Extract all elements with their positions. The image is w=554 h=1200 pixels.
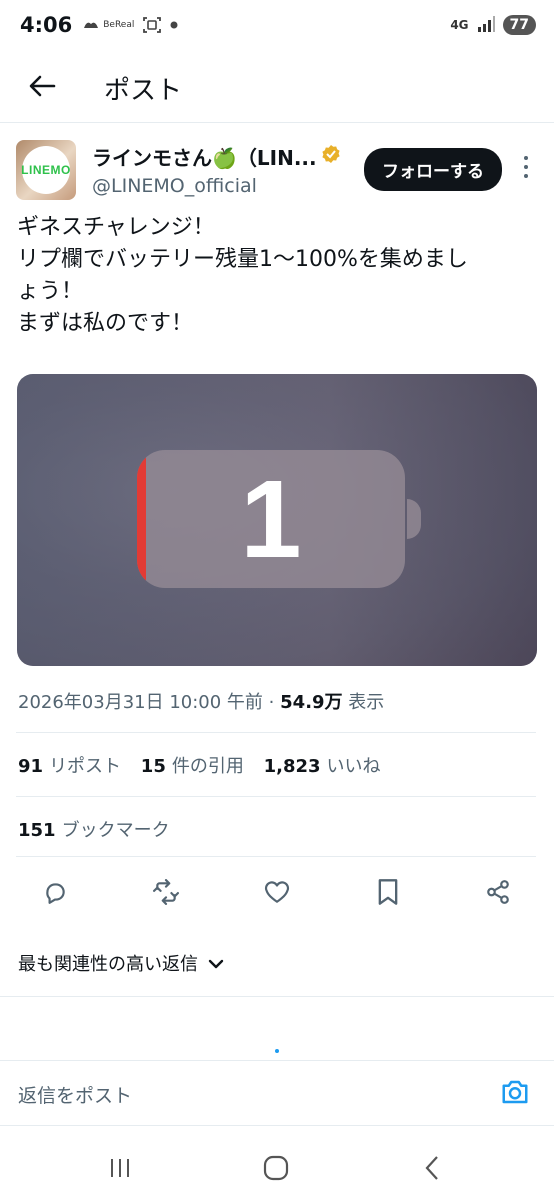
share-icon (485, 879, 511, 909)
divider (16, 796, 536, 797)
tweet-line: ょう！ (17, 279, 84, 304)
author-handle[interactable]: @LINEMO_official (92, 175, 352, 197)
battery-tip (407, 499, 421, 539)
bookmark-button[interactable] (366, 872, 410, 916)
bookmarks-count: 151 (18, 820, 56, 841)
reply-sort-label: 最も関連性の高い返信 (18, 954, 198, 975)
reposts-count: 91 (18, 756, 44, 777)
views-label: 表示 (348, 692, 385, 713)
reposts-stat[interactable]: 91 リポスト (18, 756, 121, 777)
reply-button[interactable] (33, 872, 77, 916)
action-bar (0, 872, 554, 916)
recents-button[interactable] (100, 1152, 140, 1188)
battery-level-number: 1 (240, 457, 302, 581)
bookmark-icon (376, 878, 400, 910)
quotes-stat[interactable]: 15 件の引用 (141, 756, 244, 777)
header: ポスト (0, 58, 554, 118)
system-nav-bar (0, 1140, 554, 1200)
status-time: 4:06 (20, 13, 73, 37)
header-divider (0, 122, 554, 123)
author-name-row[interactable]: ラインモさん🍏（LIN... (92, 142, 352, 171)
heart-icon (263, 879, 291, 909)
tweet-line: リプ欄でバッテリー残量1〜100%を集めまし (17, 247, 468, 272)
reply-sort-dropdown[interactable]: 最も関連性の高い返信 (18, 950, 224, 976)
tweet-text: ギネスチャレンジ！ リプ欄でバッテリー残量1〜100%を集めまし ょう！ まずは… (17, 212, 537, 340)
battery-graphic: 1 (137, 450, 405, 588)
divider (16, 732, 536, 733)
views-count: 54.9万 (280, 692, 343, 713)
bereal-label: BeReal (103, 20, 135, 30)
reply-composer: 返信をポスト (0, 1060, 554, 1126)
verified-badge-icon (321, 144, 341, 169)
repost-icon (152, 879, 180, 909)
network-type: 4G (450, 18, 469, 32)
divider (16, 856, 536, 857)
quotes-count: 15 (140, 756, 166, 777)
bookmarks-stat[interactable]: 151 ブックマーク (18, 816, 170, 842)
loading-indicator (275, 1049, 279, 1053)
battery-indicator: 77 (502, 15, 536, 35)
status-bar: 4:06 BeReal 4G 77 (0, 0, 554, 50)
tweet-meta: 2026年03月31日 10:00 午前 · 54.9万 表示 (18, 688, 384, 714)
share-button[interactable] (476, 872, 520, 916)
chevron-down-icon (208, 953, 224, 974)
avatar[interactable]: LINEMO (16, 140, 76, 200)
bookmarks-label: ブックマーク (61, 820, 170, 841)
reposts-label: リポスト (49, 756, 122, 777)
engagement-stats: 91 リポスト 15 件の引用 1,823 いいね (18, 752, 395, 778)
home-button[interactable] (256, 1152, 296, 1188)
likes-stat[interactable]: 1,823 いいね (264, 756, 381, 777)
chevron-left-icon (424, 1155, 440, 1185)
page-title: ポスト (104, 75, 183, 106)
system-back-button[interactable] (412, 1152, 452, 1188)
tweet-line: ギネスチャレンジ！ (17, 215, 215, 240)
likes-label: いいね (326, 756, 381, 777)
bereal-notification-icon: BeReal (82, 18, 134, 32)
camera-icon (500, 1080, 530, 1111)
signal-icon (477, 13, 495, 37)
quotes-label: 件の引用 (171, 756, 244, 777)
home-icon (263, 1155, 289, 1185)
repost-button[interactable] (144, 872, 188, 916)
screenshot-notification-icon (142, 16, 162, 34)
follow-button[interactable]: フォローする (364, 148, 502, 191)
reply-icon (42, 879, 68, 909)
more-notifications-dot-icon (170, 21, 178, 29)
avatar-logo: LINEMO (21, 146, 70, 194)
author-row: LINEMO ラインモさん🍏（LIN... @LINEMO_official フ… (16, 140, 538, 202)
recents-icon (108, 1157, 132, 1183)
author-name: ラインモさん🍏（LIN... (92, 146, 317, 170)
camera-button[interactable] (500, 1077, 532, 1109)
more-options-button[interactable] (516, 150, 536, 184)
tweet-datetime[interactable]: 2026年03月31日 10:00 午前 (18, 692, 263, 713)
tweet-line: まずは私のです！ (17, 311, 194, 336)
tweet-media-image[interactable]: 1 (17, 374, 537, 666)
arrow-left-icon (28, 74, 56, 102)
likes-count: 1,823 (263, 756, 321, 777)
reply-input[interactable]: 返信をポスト (18, 1081, 132, 1108)
like-button[interactable] (255, 872, 299, 916)
author-info: ラインモさん🍏（LIN... @LINEMO_official (92, 142, 352, 202)
status-right: 4G 77 (450, 13, 536, 37)
meta-separator: · (268, 692, 275, 713)
divider (0, 996, 554, 997)
back-button[interactable] (22, 68, 62, 108)
